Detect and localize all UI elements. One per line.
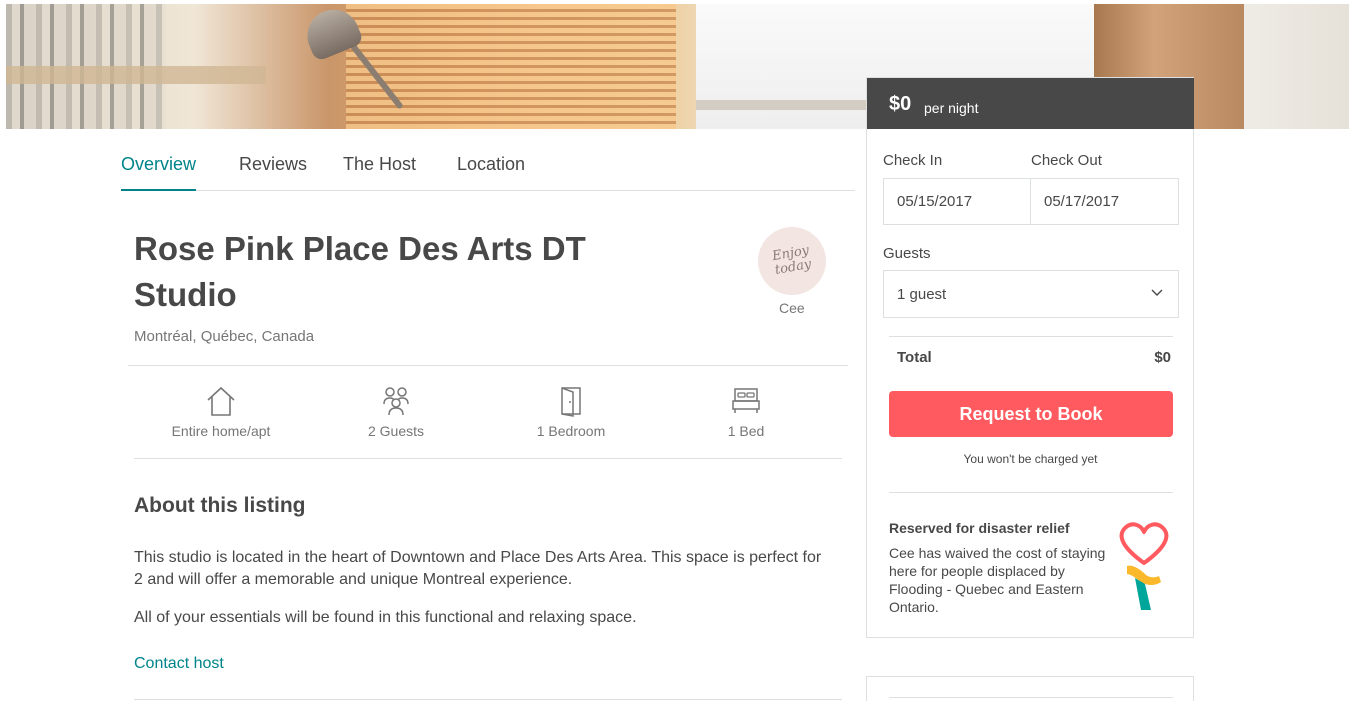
host-name[interactable]: Cee	[779, 300, 805, 316]
booking-panel: $0 per night Check In Check Out 05/15/20…	[866, 77, 1194, 638]
secondary-panel	[866, 676, 1194, 701]
tab-the-host[interactable]: The Host	[343, 154, 416, 189]
nightly-price: $0	[889, 93, 912, 115]
relief-text: Cee has waived the cost of staying here …	[889, 545, 1106, 615]
guests-select[interactable]: 1 guest	[883, 270, 1179, 318]
bed-icon	[732, 388, 760, 413]
amenity-guests: 2 Guests	[321, 385, 471, 439]
photo-blinds	[346, 4, 676, 129]
amenity-bedrooms: 1 Bedroom	[496, 385, 646, 439]
chevron-down-icon	[1151, 289, 1163, 296]
tab-reviews[interactable]: Reviews	[239, 154, 307, 189]
amenity-label: 1 Bedroom	[536, 423, 606, 439]
about-paragraph: All of your essentials will be found in …	[134, 609, 637, 626]
amenity-label: Entire home/apt	[171, 423, 271, 439]
listing-title: Rose Pink Place Des Arts DT Studio	[134, 230, 586, 313]
heart-hand-icon	[1119, 522, 1169, 610]
host-avatar-script: Enjoy today	[771, 243, 813, 278]
divider	[889, 697, 1173, 698]
tab-overview[interactable]: Overview	[121, 154, 197, 191]
divider	[889, 492, 1173, 493]
check-in-label: Check In	[883, 152, 943, 169]
guests-icon	[383, 387, 409, 416]
contact-host-link[interactable]: Contact host	[134, 655, 224, 673]
guests-label: Guests	[883, 245, 931, 262]
listing-location: Montréal, Québec, Canada	[134, 328, 315, 345]
divider	[889, 336, 1173, 337]
total-value: $0	[1154, 349, 1171, 366]
check-out-input[interactable]: 05/17/2017	[1031, 179, 1178, 224]
amenity-beds: 1 Bed	[671, 385, 821, 439]
check-out-label: Check Out	[1031, 152, 1102, 169]
guests-value: 1 guest	[897, 286, 947, 303]
check-in-input[interactable]: 05/15/2017	[884, 179, 1031, 224]
request-to-book-button[interactable]: Request to Book	[889, 391, 1173, 437]
amenity-room-type: Entire home/apt	[146, 385, 296, 439]
photo-shelf	[6, 66, 266, 84]
not-charged-note: You won't be charged yet	[963, 452, 1098, 466]
amenity-label: 1 Bed	[727, 423, 765, 439]
about-heading: About this listing	[134, 494, 306, 517]
about-paragraph: This studio is located in the heart of D…	[134, 549, 822, 588]
total-label: Total	[897, 349, 932, 366]
divider	[128, 365, 848, 366]
date-range-picker: 05/15/2017 05/17/2017	[883, 178, 1179, 225]
listing-tabs: Overview Reviews The Host Location	[121, 152, 855, 191]
divider	[134, 458, 842, 459]
per-night-label: per night	[924, 100, 979, 116]
door-icon	[561, 387, 581, 417]
price-header: $0 per night	[867, 78, 1194, 129]
amenity-label: 2 Guests	[367, 423, 425, 439]
relief-heading: Reserved for disaster relief	[889, 520, 1070, 536]
home-icon	[207, 386, 235, 416]
divider	[134, 699, 842, 700]
host-avatar[interactable]: Enjoy today	[758, 227, 826, 295]
tab-location[interactable]: Location	[457, 154, 525, 189]
